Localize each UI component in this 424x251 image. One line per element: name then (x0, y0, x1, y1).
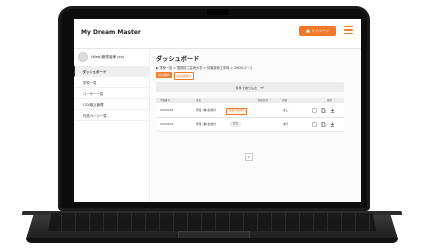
col-status: 提出状況 (258, 99, 269, 102)
document-icon[interactable] (321, 108, 326, 113)
page-title: ダッシュボード (156, 56, 200, 63)
sidebar-item-works[interactable]: 作品ページ一覧 (74, 110, 149, 121)
tab-outside-period[interactable]: 提出期間外 (173, 72, 195, 80)
download-icon[interactable] (330, 108, 335, 113)
sidebar-item-users[interactable]: ユーザー一覧 (74, 88, 149, 99)
avatar (78, 52, 88, 62)
laptop-frame: My Dream Master マイページ (Web)管理者様 (ex) ダッシ… (0, 0, 424, 251)
download-icon[interactable] (330, 122, 335, 127)
student-name: 学生 (無)名前付 (196, 122, 216, 126)
table-row: XXXXXXX 学生 (無)名前付 未提出(初期) なし (156, 104, 344, 118)
student-id: XXXXXXX (160, 108, 174, 112)
laptop-lip (26, 238, 398, 243)
sidebar-item-csv[interactable]: CSV取込管理 (74, 99, 149, 110)
filter-toggle[interactable]: 条件で絞り込む (156, 82, 344, 92)
screen-bezel: My Dream Master マイページ (Web)管理者様 (ex) ダッシ… (58, 6, 370, 211)
app-title: My Dream Master (81, 29, 141, 36)
view-icon[interactable] (312, 122, 317, 127)
sidebar-item-schools[interactable]: 学校一覧 (74, 77, 149, 88)
home-icon (306, 29, 310, 33)
my-page-button[interactable]: マイページ (299, 26, 336, 36)
pagination-page[interactable]: 1 (245, 153, 253, 161)
camera-notch (207, 9, 229, 15)
keyboard-keys (48, 213, 376, 231)
col-student-id: 学籍番号 (160, 99, 171, 102)
app-screen: My Dream Master マイページ (Web)管理者様 (ex) ダッシ… (74, 19, 361, 202)
chevron-down-icon (260, 85, 265, 89)
tab-group: 提出期間 提出期間外 (156, 72, 195, 80)
eval-value: あり (283, 122, 289, 126)
app-header: My Dream Master マイページ (74, 19, 361, 49)
filter-label: 条件で絞り込む (235, 85, 258, 90)
view-icon[interactable] (312, 108, 317, 113)
status-badge: 提出 (230, 122, 242, 127)
col-eval: 評価 (282, 99, 288, 102)
hamburger-menu-icon[interactable] (344, 26, 353, 34)
sidebar-item-dashboard[interactable]: ダッシュボード (74, 66, 149, 77)
sidebar-nav: ダッシュボード 学校一覧 ユーザー一覧 CSV取込管理 作品ページ一覧 (74, 66, 149, 121)
user-profile: (Web)管理者様 (ex) (78, 52, 124, 62)
main-content: ダッシュボード ▶ 学校一覧 > 国際技工芸術大学 > 情報技術工学科 > 2N… (152, 49, 361, 202)
document-icon[interactable] (321, 122, 326, 127)
status-badge: 未提出(初期) (226, 108, 247, 115)
sidebar: (Web)管理者様 (ex) ダッシュボード 学校一覧 ユーザー一覧 CSV取込… (74, 49, 150, 202)
col-actions: 操作 (327, 99, 333, 102)
my-page-label: マイページ (311, 28, 329, 33)
user-name: (Web)管理者様 (ex) (91, 54, 125, 59)
breadcrumb[interactable]: ▶ 学校一覧 > 国際技工芸術大学 > 情報技術工学科 > 2NGKコース (156, 65, 253, 70)
eval-value: なし (283, 108, 289, 112)
col-name: 氏名 (196, 99, 202, 102)
table-row: XXXXXXX 学生 (無)名前付 提出 あり (156, 118, 344, 132)
tab-submission-period[interactable]: 提出期間 (156, 72, 172, 78)
student-id: XXXXXXX (160, 122, 174, 126)
table-header: 学籍番号 氏名 提出状況 評価 操作 (156, 98, 344, 103)
student-name: 学生 (無)名前付 (196, 108, 216, 112)
